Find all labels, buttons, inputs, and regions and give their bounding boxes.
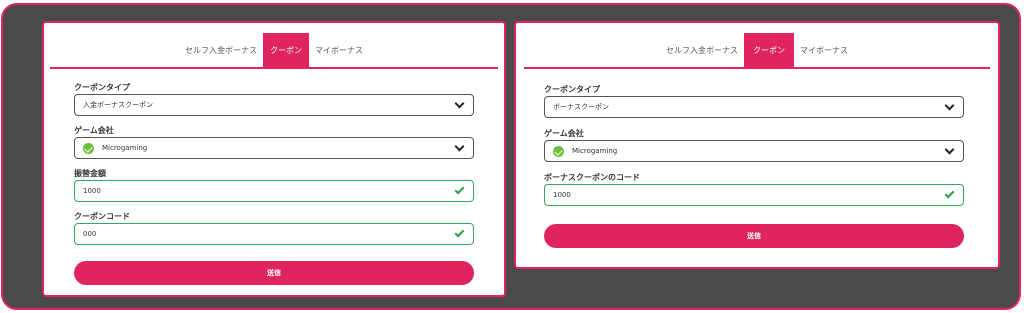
submit-button[interactable]: 送信: [74, 261, 474, 285]
game-company-value: Microgaming: [572, 147, 618, 155]
game-company-select[interactable]: Microgaming: [544, 140, 964, 162]
transfer-amount-input[interactable]: 1000: [74, 180, 474, 202]
submit-button[interactable]: 送信: [544, 224, 964, 248]
bonus-coupon-code-input[interactable]: 1000: [544, 184, 964, 206]
chevron-down-icon: [454, 98, 465, 108]
tab-coupon[interactable]: クーポン: [263, 33, 309, 67]
game-company-label: ゲーム会社: [544, 129, 584, 138]
game-company-value: Microgaming: [102, 144, 148, 152]
coupon-type-label: クーポンタイプ: [544, 85, 600, 94]
tab-bar: セルフ入金ボーナス クーポン マイボーナス: [50, 33, 498, 69]
right-coupon-card: セルフ入金ボーナス クーポン マイボーナス クーポンタイプ ボーナスクーポン ゲ…: [514, 21, 1000, 269]
tab-self-deposit-bonus[interactable]: セルフ入金ボーナス: [179, 33, 263, 67]
tab-my-bonus[interactable]: マイボーナス: [794, 33, 854, 67]
tab-bar: セルフ入金ボーナス クーポン マイボーナス: [524, 33, 990, 69]
coupon-code-input[interactable]: 000: [74, 223, 474, 245]
coupon-type-select[interactable]: 入金ボーナスクーポン: [74, 94, 474, 116]
coupon-type-label: クーポンタイプ: [74, 83, 130, 92]
coupon-type-value: ボーナスクーポン: [553, 103, 609, 111]
chevron-down-icon: [944, 100, 955, 110]
coupon-code-value: 000: [83, 230, 97, 238]
transfer-amount-label: 振替金額: [74, 169, 106, 178]
microgaming-logo-icon: [83, 142, 94, 154]
tab-self-deposit-bonus[interactable]: セルフ入金ボーナス: [660, 33, 744, 67]
coupon-form: クーポンタイプ 入金ボーナスクーポン ゲーム会社 Microgaming 振替金…: [74, 81, 474, 285]
tab-coupon[interactable]: クーポン: [744, 33, 794, 67]
game-company-select[interactable]: Microgaming: [74, 137, 474, 159]
left-coupon-card: セルフ入金ボーナス クーポン マイボーナス クーポンタイプ 入金ボーナスクーポン…: [42, 21, 506, 297]
bonus-coupon-code-label: ボーナスクーポンのコード: [544, 173, 640, 182]
coupon-type-value: 入金ボーナスクーポン: [83, 101, 153, 109]
chevron-down-icon: [944, 144, 955, 154]
transfer-amount-value: 1000: [83, 187, 101, 195]
coupon-form: クーポンタイプ ボーナスクーポン ゲーム会社 Microgaming ボーナスク…: [544, 83, 964, 248]
game-company-label: ゲーム会社: [74, 126, 114, 135]
tab-my-bonus[interactable]: マイボーナス: [309, 33, 369, 67]
coupon-code-label: クーポンコード: [74, 212, 130, 221]
bonus-coupon-code-value: 1000: [553, 191, 571, 199]
chevron-down-icon: [454, 141, 465, 151]
microgaming-logo-icon: [553, 145, 564, 157]
coupon-type-select[interactable]: ボーナスクーポン: [544, 96, 964, 118]
